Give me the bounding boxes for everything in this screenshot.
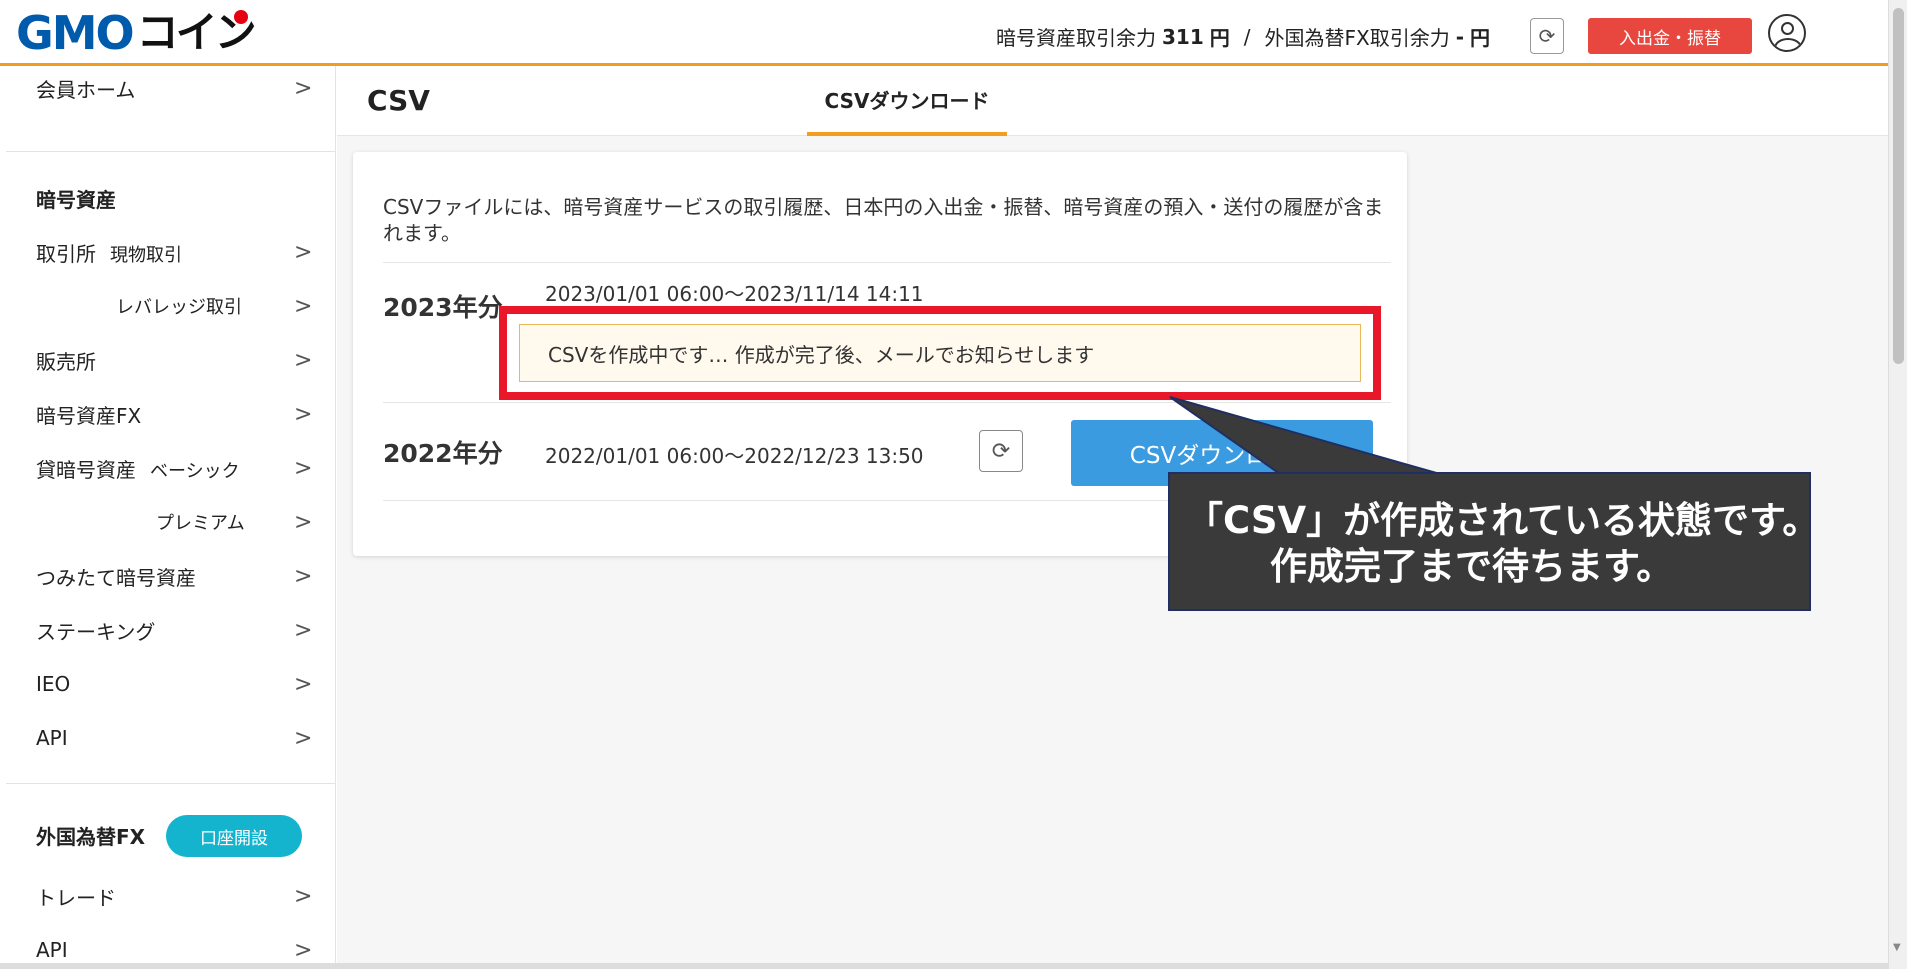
- card-divider: [383, 262, 1391, 263]
- account-icon[interactable]: [1768, 14, 1806, 52]
- chevron-right-icon: >: [294, 563, 313, 589]
- period-2023: 2023/01/01 06:00〜2023/11/14 14:11: [545, 282, 924, 306]
- balance-refresh-button[interactable]: ⟳: [1530, 18, 1564, 54]
- sidebar-item-api[interactable]: API >: [6, 716, 336, 760]
- sidebar-item-label: 貸暗号資産: [36, 457, 136, 482]
- chevron-right-icon: >: [294, 347, 313, 373]
- gmo-coin-logo[interactable]: GMO コイン: [16, 6, 257, 60]
- year-label-2023: 2023年分: [383, 293, 503, 322]
- chevron-right-icon: >: [294, 883, 313, 909]
- chevron-right-icon: >: [294, 75, 313, 101]
- sidebar-item-label: 暗号資産FX: [36, 403, 142, 428]
- logo-red-dot: [233, 10, 248, 24]
- sidebar-item-sales[interactable]: 販売所 >: [6, 338, 336, 382]
- balance-separator: /: [1243, 24, 1251, 49]
- sidebar-item-label: 会員ホーム: [36, 77, 136, 102]
- sidebar-item-label: 販売所: [36, 349, 96, 374]
- sidebar-subitem-label: プレミアム: [156, 513, 245, 534]
- sidebar-subitem-label: 現物取引: [110, 244, 182, 266]
- sidebar-divider: [6, 151, 336, 152]
- chevron-right-icon: >: [294, 239, 313, 265]
- sidebar-item-ieo[interactable]: IEO >: [6, 662, 336, 706]
- logo-coin-text: コイン: [136, 8, 257, 57]
- sidebar-item-staking[interactable]: ステーキング >: [6, 608, 336, 652]
- sidebar-subitem-label: レバレッジ取引: [116, 297, 242, 318]
- tab-csv-download[interactable]: CSVダウンロード: [807, 66, 1007, 136]
- balance-summary: 暗号資産取引余力 311 円 / 外国為替FX取引余力 - 円: [996, 22, 1490, 51]
- refresh-2022-button[interactable]: ⟳: [979, 430, 1023, 472]
- sidebar-item-tsumitate[interactable]: つみたて暗号資産 >: [6, 554, 336, 598]
- scroll-down-arrow-icon[interactable]: ▼: [1893, 942, 1901, 953]
- sidebar-item-lending-basic[interactable]: 貸暗号資産 ベーシック >: [6, 446, 336, 490]
- fx-balance-value: -: [1455, 24, 1465, 49]
- period-2022: 2022/01/01 06:00〜2022/12/23 13:50: [545, 444, 924, 468]
- fx-balance-unit: 円: [1470, 26, 1491, 50]
- chevron-right-icon: >: [294, 293, 313, 319]
- vertical-scrollbar[interactable]: ▼: [1888, 0, 1907, 969]
- sidebar-item-label: API: [36, 726, 68, 750]
- refresh-icon: ⟳: [1538, 24, 1556, 48]
- sidebar-item-label: IEO: [36, 672, 71, 696]
- logo-gmo-text: GMO: [16, 6, 135, 60]
- fx-balance-label: 外国為替FX取引余力: [1264, 26, 1450, 50]
- main-header: CSV CSVダウンロード: [337, 66, 1888, 136]
- chevron-right-icon: >: [294, 455, 313, 481]
- sidebar-item-label: つみたて暗号資産: [36, 565, 196, 590]
- sidebar-item-label: 取引所: [36, 241, 96, 266]
- sidebar-heading-fx: 外国為替FX: [36, 825, 146, 849]
- refresh-icon: ⟳: [991, 438, 1011, 464]
- sidebar-divider: [6, 783, 336, 784]
- callout-line-1: 「CSV」が作成されている状態です。: [1186, 499, 1820, 542]
- bottom-edge: [0, 963, 1888, 969]
- crypto-balance-unit: 円: [1209, 26, 1230, 50]
- chevron-right-icon: >: [294, 617, 313, 643]
- callout-line-2: 作成完了まで待ちます。: [1270, 545, 1674, 588]
- sidebar-item-label: トレード: [36, 885, 116, 910]
- sidebar-item-member-home[interactable]: 会員ホーム >: [6, 66, 336, 110]
- open-account-button[interactable]: 口座開設: [166, 815, 302, 857]
- deposit-transfer-button[interactable]: 入出金・振替: [1588, 18, 1752, 54]
- csv-description: CSVファイルには、暗号資産サービスの取引履歴、日本円の入出金・振替、暗号資産の…: [383, 195, 1384, 245]
- sidebar-item-lending-premium[interactable]: プレミアム >: [6, 500, 336, 544]
- sidebar: 会員ホーム > 暗号資産 取引所 現物取引 > レバレッジ取引 > 販売所 > 暗…: [6, 66, 336, 969]
- card-divider: [383, 402, 1391, 403]
- top-header: GMO コイン 暗号資産取引余力 311 円 / 外国為替FX取引余力 - 円 …: [0, 0, 1888, 66]
- sidebar-item-label: API: [36, 938, 68, 962]
- page: GMO コイン 暗号資産取引余力 311 円 / 外国為替FX取引余力 - 円 …: [0, 0, 1907, 969]
- sidebar-item-crypto-fx[interactable]: 暗号資産FX >: [6, 392, 336, 436]
- chevron-right-icon: >: [294, 937, 313, 963]
- chevron-right-icon: >: [294, 671, 313, 697]
- sidebar-item-label: ステーキング: [36, 619, 156, 644]
- crypto-balance-value: 311: [1162, 24, 1204, 49]
- page-title: CSV: [367, 84, 430, 117]
- sidebar-item-trade[interactable]: トレード >: [6, 874, 336, 918]
- annotation-callout: 「CSV」が作成されている状態です。 作成完了まで待ちます。: [1168, 472, 1819, 611]
- crypto-balance-label: 暗号資産取引余力: [996, 26, 1156, 50]
- sidebar-item-exchange-spot[interactable]: 取引所 現物取引 >: [6, 230, 336, 274]
- chevron-right-icon: >: [294, 509, 313, 535]
- year-label-2022: 2022年分: [383, 439, 503, 468]
- chevron-right-icon: >: [294, 725, 313, 751]
- sidebar-subitem-label: ベーシック: [150, 460, 240, 482]
- sidebar-item-exchange-leverage[interactable]: レバレッジ取引 >: [6, 284, 336, 328]
- chevron-right-icon: >: [294, 401, 313, 427]
- sidebar-heading-crypto: 暗号資産: [36, 188, 116, 212]
- scrollbar-thumb[interactable]: [1893, 8, 1904, 364]
- annotation-highlight-box: [499, 306, 1381, 400]
